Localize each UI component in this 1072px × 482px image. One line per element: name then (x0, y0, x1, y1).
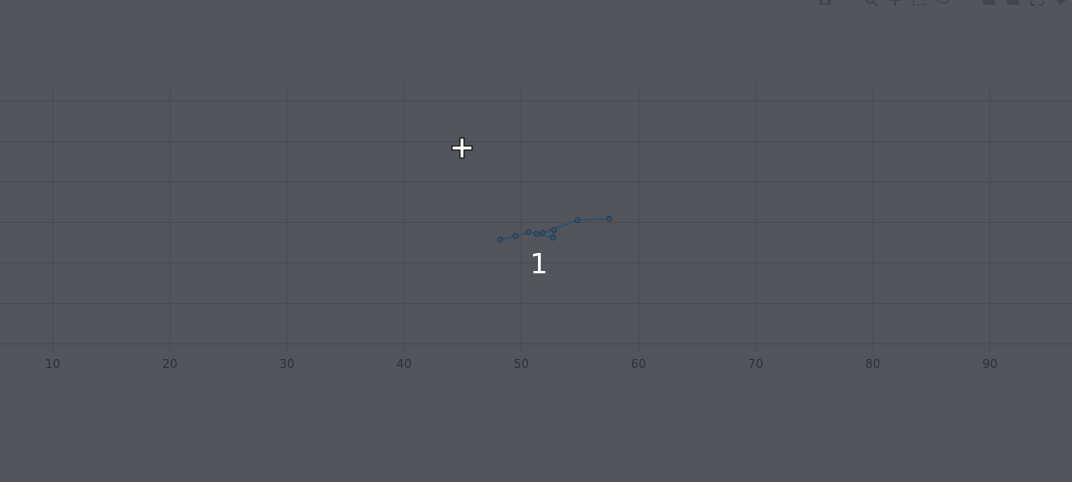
zoom-in-icon[interactable] (982, 0, 996, 6)
plot[interactable]: 10 20 30 40 50 60 70 80 90 1 (0, 0, 1072, 482)
data-point[interactable] (525, 229, 532, 236)
annotation-label: 1 (530, 247, 548, 280)
reset-axes-icon[interactable] (1054, 0, 1068, 6)
data-point[interactable] (497, 236, 504, 243)
autoscale-icon[interactable] (1030, 0, 1044, 6)
x-tick-label: 40 (397, 357, 412, 371)
x-tick-label: 80 (865, 357, 880, 371)
series[interactable] (497, 215, 613, 243)
data-point[interactable] (574, 217, 581, 224)
zoom-out-icon[interactable] (1006, 0, 1020, 6)
x-tick-label: 90 (982, 357, 997, 371)
data-point[interactable] (539, 230, 546, 237)
x-tick-label: 10 (45, 357, 60, 371)
data-point[interactable] (549, 234, 556, 241)
grid (0, 85, 1072, 352)
zoom-icon[interactable] (864, 0, 878, 6)
x-tick-label: 20 (162, 357, 177, 371)
box-select-icon[interactable] (912, 0, 926, 6)
data-point[interactable] (533, 230, 540, 237)
chart-area[interactable]: 10 20 30 40 50 60 70 80 90 1 (0, 0, 1072, 482)
x-axis-ticks: 10 20 30 40 50 60 70 80 90 (45, 357, 998, 371)
crosshair-cursor-icon (451, 137, 473, 159)
x-tick-label: 60 (631, 357, 646, 371)
modebar[interactable] (818, 0, 1068, 8)
data-point[interactable] (551, 226, 558, 233)
annotations: 1 (530, 247, 548, 280)
pan-icon[interactable] (888, 0, 902, 6)
lasso-icon[interactable] (936, 0, 950, 6)
data-point[interactable] (606, 215, 613, 222)
x-tick-label: 50 (514, 357, 529, 371)
x-tick-label: 30 (279, 357, 294, 371)
data-point[interactable] (512, 233, 519, 240)
x-tick-label: 70 (748, 357, 763, 371)
camera-icon[interactable] (818, 0, 832, 6)
